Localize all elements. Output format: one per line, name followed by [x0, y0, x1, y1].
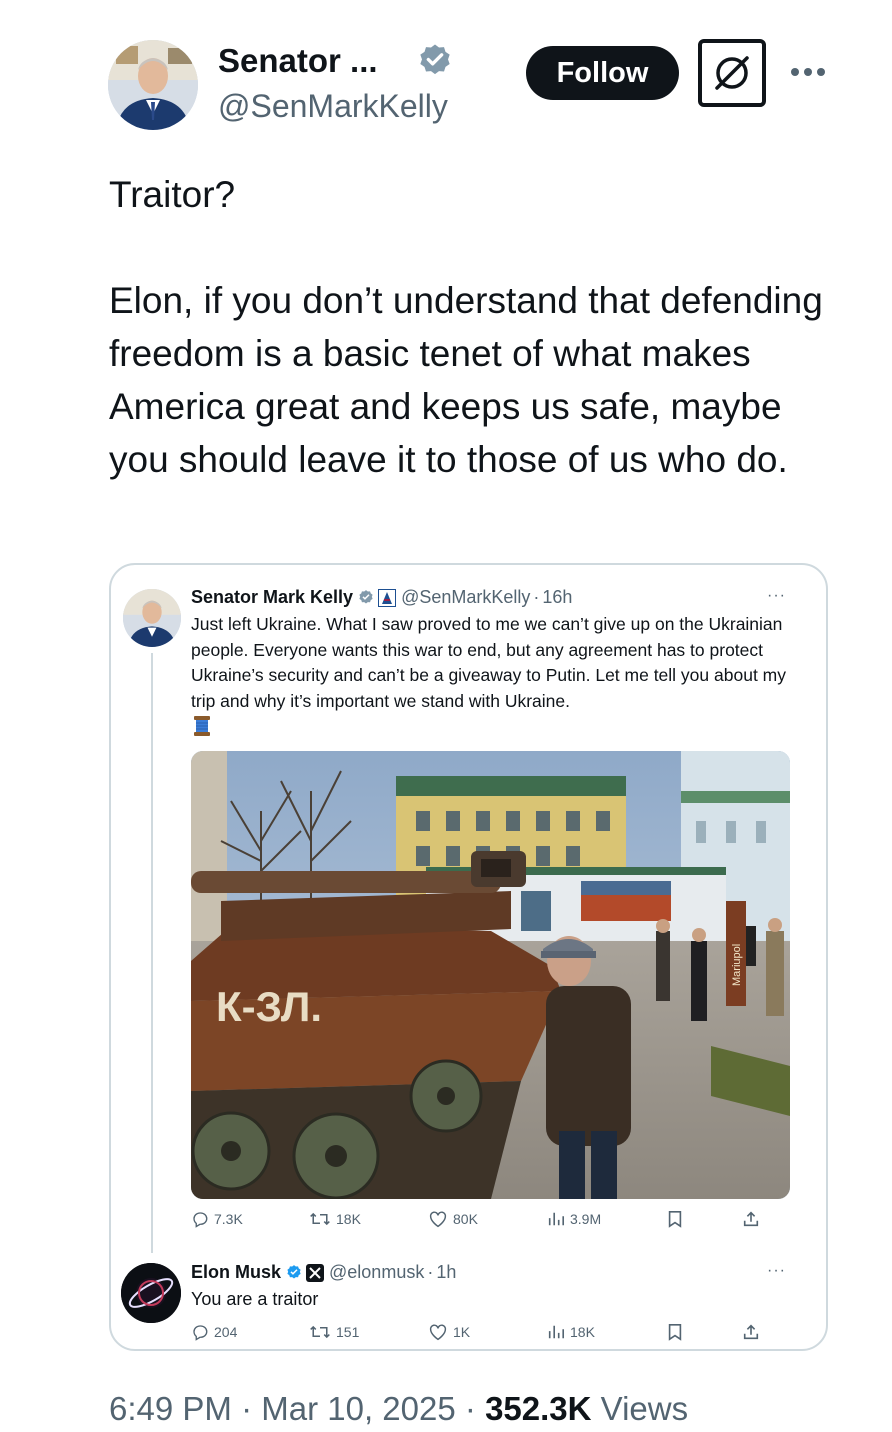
quote-more-icon[interactable]: ··· [767, 587, 786, 605]
quote-time[interactable]: 16h [542, 587, 572, 608]
dot-separator: · [427, 1262, 434, 1282]
repost-icon [310, 1325, 330, 1339]
reply-author-handle[interactable]: @elonmusk [329, 1262, 424, 1283]
quote-author-name[interactable]: Senator Mark Kelly [191, 587, 353, 608]
share-button[interactable] [742, 1323, 760, 1341]
author-name[interactable]: Senator ... [218, 42, 378, 80]
reply-button[interactable]: 7.3K [191, 1210, 243, 1228]
follow-button[interactable]: Follow [526, 46, 679, 100]
quote-author-handle[interactable]: @SenMarkKelly [401, 587, 530, 608]
quote-action-bar: 7.3K 18K 80K 3.9M [191, 1210, 791, 1236]
tweet-text: Traitor? Elon, if you don’t understand t… [109, 174, 823, 480]
share-button[interactable] [742, 1210, 760, 1228]
repost-button[interactable]: 18K [309, 1210, 361, 1228]
dot-separator: · [533, 587, 540, 607]
senate-affiliation-icon [378, 588, 397, 607]
author-handle[interactable]: @SenMarkKelly [218, 88, 448, 125]
post-time[interactable]: 6:49 PM [109, 1390, 232, 1427]
views-icon [548, 1325, 565, 1339]
share-icon [743, 1324, 759, 1340]
heart-icon [429, 1324, 447, 1341]
reply-author-avatar[interactable] [121, 1263, 181, 1323]
repost-count: 151 [336, 1324, 360, 1340]
reply-icon [193, 1212, 208, 1228]
quote-text: Just left Ukraine. What I saw proved to … [191, 614, 786, 711]
like-count: 1K [453, 1324, 471, 1340]
grok-icon[interactable] [698, 39, 766, 107]
post-views-label: Views [600, 1390, 689, 1427]
tweet-header: Senator ... @SenMarkKelly Follow [0, 0, 892, 140]
tank-graffiti-text: К-ЗЛ. [216, 983, 322, 1030]
quote-header: Senator Mark Kelly @SenMarkKelly · 16h [191, 587, 572, 608]
verified-badge-icon [357, 589, 375, 607]
reply-author-name[interactable]: Elon Musk [191, 1262, 281, 1283]
tweet-footer: 6:49 PM · Mar 10, 2025 · 352.3K Views [109, 1390, 688, 1428]
tweet-photo[interactable]: Mariupol К-ЗЛ. [191, 751, 790, 1199]
reply-text: You are a traitor [191, 1289, 319, 1309]
views-count: 18K [570, 1324, 595, 1340]
reply-time[interactable]: 1h [436, 1262, 456, 1283]
verified-badge-icon [415, 42, 455, 82]
reply-more-icon[interactable]: ··· [767, 1262, 786, 1280]
dot-separator: · [241, 1390, 253, 1427]
bookmark-icon [668, 1210, 682, 1228]
repost-icon [310, 1212, 330, 1226]
like-button[interactable]: 1K [428, 1323, 470, 1341]
repost-count: 18K [336, 1211, 361, 1227]
more-options-icon[interactable] [790, 54, 826, 90]
post-views-count[interactable]: 352.3K [485, 1390, 591, 1427]
views-count: 3.9M [570, 1211, 602, 1227]
reply-action-bar: 204 151 1K 18K [191, 1323, 791, 1349]
bookmark-icon [668, 1323, 682, 1341]
photo-sign-text: Mariupol [731, 944, 743, 986]
quote-author-avatar[interactable] [123, 589, 181, 647]
verified-badge-icon [285, 1264, 303, 1282]
like-button[interactable]: 80K [428, 1210, 478, 1228]
repost-button[interactable]: 151 [309, 1323, 359, 1341]
views-icon [548, 1212, 565, 1226]
x-affiliation-icon [306, 1263, 325, 1282]
author-avatar[interactable] [108, 40, 198, 130]
heart-icon [429, 1211, 447, 1228]
post-date[interactable]: Mar 10, 2025 [261, 1390, 455, 1427]
bookmark-button[interactable] [667, 1210, 683, 1228]
views-button[interactable]: 3.9M [547, 1210, 601, 1228]
quoted-tweet[interactable]: Senator Mark Kelly @SenMarkKelly · 16h ·… [109, 563, 828, 1351]
reply-count: 204 [214, 1324, 238, 1340]
thread-spool-icon [193, 715, 211, 737]
thread-line [151, 653, 153, 1253]
reply-button[interactable]: 204 [191, 1323, 237, 1341]
reply-header: Elon Musk @elonmusk · 1h [191, 1262, 456, 1283]
share-icon [743, 1211, 759, 1227]
views-button[interactable]: 18K [547, 1323, 595, 1341]
like-count: 80K [453, 1211, 478, 1227]
reply-icon [193, 1325, 208, 1341]
dot-separator: · [464, 1390, 476, 1427]
reply-count: 7.3K [214, 1211, 243, 1227]
bookmark-button[interactable] [667, 1323, 683, 1341]
